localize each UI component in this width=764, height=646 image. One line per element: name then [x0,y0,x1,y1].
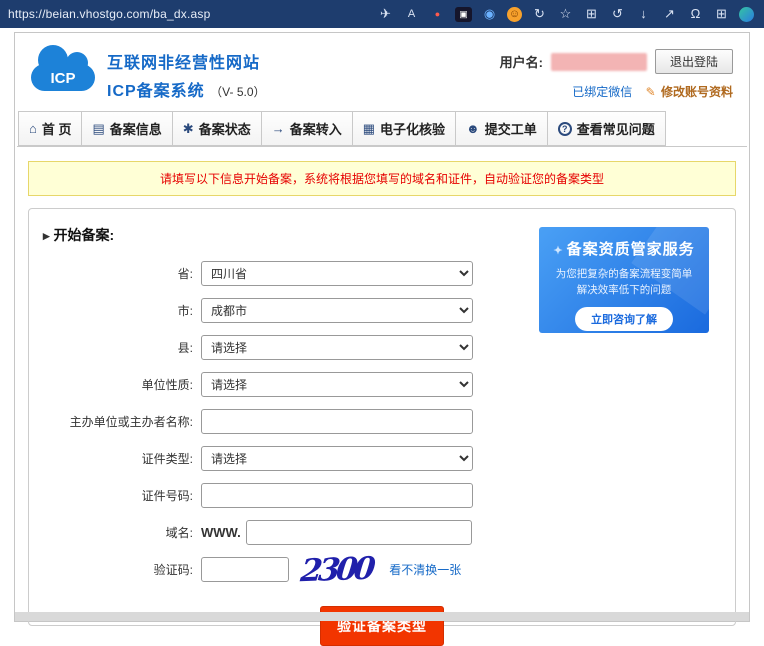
dark-extension-icon[interactable]: ▣ [455,6,472,22]
tab-faq[interactable]: ? 查看常见问题 [546,111,666,146]
promo-banner: ✦ 备案资质管家服务 为您把复杂的备案流程变简单 解决效率低下的问题 立即咨询了解 [539,227,709,333]
province-label: 省: [177,267,193,281]
captcha-input[interactable] [201,557,289,582]
pencil-icon: ✎ [645,85,656,99]
section-marker-icon: ▸ [43,228,50,243]
browser-icons: ✈ A ● ▣ ◉ ☺ ↻ ☆ ⊞ ↺ ↓ ↗ Ω ⊞ [377,6,754,22]
question-icon: ? [557,121,572,136]
form-row-captcha: 验证码: 2300 看不清换一张 [29,550,735,588]
tab-submit-ticket[interactable]: ☻ 提交工单 [455,111,548,146]
form-row-cert-number: 证件号码: [29,483,735,508]
promo-consult-button[interactable]: 立即咨询了解 [575,306,673,331]
tab-home[interactable]: ⌂ 首 页 [18,111,83,146]
collections-icon[interactable]: ⊞ [583,6,600,22]
monitor-icon: ▦ [362,120,376,136]
username-value-redacted [550,52,647,71]
city-label: 市: [177,304,193,318]
tab-filing-status-label: 备案状态 [198,122,251,137]
address-bar[interactable]: https://beian.vhostgo.com/ba_dx.asp [8,7,210,21]
browser-toolbar: https://beian.vhostgo.com/ba_dx.asp ✈ A … [0,0,764,28]
org-type-select[interactable]: 请选择 [201,372,473,397]
gear-icon: ✱ [182,120,194,136]
drop-extension-icon[interactable]: ◉ [481,6,498,22]
filing-form-panel: ▸ 开始备案: 省: 四川省 市: 成都市 县: 请选择 单位性质: 请选择 主… [28,208,736,646]
cert-type-select[interactable]: 请选择 [201,446,473,471]
county-label: 县: [177,341,193,355]
org-name-label: 主办单位或主办者名称: [69,415,193,429]
notifications-icon[interactable]: Ω [687,6,704,22]
apps-icon[interactable]: ⊞ [713,6,730,22]
logo-text: ICP [50,70,76,87]
www-prefix: WWW. [201,525,241,540]
tab-submit-ticket-label: 提交工单 [484,122,537,137]
site-header: ICP 互联网非经营性网站 ICP备案系统 （V- 5.0） 用户名: 退出登陆… [15,33,749,107]
form-row-cert-type: 证件类型: 请选择 [29,446,735,471]
domain-label: 域名: [165,526,193,540]
tab-filing-info-label: 备案信息 [109,122,162,137]
captcha-image: 2300 [298,550,374,589]
county-select[interactable]: 请选择 [201,335,473,360]
city-select[interactable]: 成都市 [201,298,473,323]
downloads-icon[interactable]: ↓ [635,6,652,22]
domain-input[interactable] [245,520,472,545]
browser-logo-icon[interactable] [739,6,754,22]
cert-type-label: 证件类型: [141,452,193,466]
send-icon[interactable]: ✈ [377,6,394,22]
notice-banner: 请填写以下信息开始备案，系统将根据您填写的域名和证件，自动验证您的备案类型 [28,161,736,196]
promo-line2: 解决效率低下的问题 [576,284,672,297]
tab-filing-transfer-label: 备案转入 [289,122,342,137]
cert-number-label: 证件号码: [141,489,193,503]
promo-title: 备案资质管家服务 [566,241,695,258]
captcha-label: 验证码: [153,563,193,577]
site-title-line1: 互联网非经营性网站 [107,55,261,72]
org-type-label: 单位性质: [141,378,193,392]
promo-line1: 为您把复杂的备案流程变简单 [555,268,693,280]
user-icon: ☻ [466,121,480,136]
form-row-org-name: 主办单位或主办者名称: [29,409,735,434]
tab-home-label: 首 页 [41,122,72,137]
cert-number-input[interactable] [201,483,473,508]
arrow-right-icon: → [271,121,285,136]
wechat-bound-link[interactable]: 已绑定微信 [572,85,632,99]
icp-cloud-logo: ICP [31,45,95,91]
favorites-icon[interactable]: ☆ [557,6,574,22]
tab-filing-status[interactable]: ✱ 备案状态 [171,111,262,146]
edit-account-link[interactable]: 修改账号资料 [661,85,733,99]
nav-tabs: ⌂ 首 页 ▤ 备案信息 ✱ 备案状态 → 备案转入 ▦ 电子化核验 ☻ 提交工… [17,111,747,147]
tab-filing-info[interactable]: ▤ 备案信息 [81,111,173,146]
form-row-county: 县: 请选择 [29,335,735,360]
tab-e-verification[interactable]: ▦ 电子化核验 [351,111,457,146]
emoji-extension-icon[interactable]: ☺ [507,6,522,22]
sparkle-icon: ✦ [553,245,564,257]
home-icon: ⌂ [29,121,37,136]
recording-dot-icon[interactable]: ● [429,6,446,22]
province-select[interactable]: 四川省 [201,261,473,286]
form-row-org-type: 单位性质: 请选择 [29,372,735,397]
tab-filing-transfer[interactable]: → 备案转入 [260,111,353,146]
translate-icon[interactable]: ↻ [531,6,548,22]
username-label: 用户名: [499,55,543,70]
bottom-strip [15,612,749,621]
site-title-line2: ICP备案系统 [107,83,205,100]
tab-e-verification-label: 电子化核验 [380,122,446,137]
font-size-icon[interactable]: A [403,6,420,22]
site-version: （V- 5.0） [210,85,266,99]
site-frame: ICP 互联网非经营性网站 ICP备案系统 （V- 5.0） 用户名: 退出登陆… [14,32,750,646]
logout-button[interactable]: 退出登陆 [654,49,733,74]
share-icon[interactable]: ↗ [661,6,678,22]
history-icon[interactable]: ↺ [609,6,626,22]
form-row-domain: 域名: WWW. [29,520,735,545]
captcha-refresh-link[interactable]: 看不清换一张 [389,561,461,578]
document-icon: ▤ [92,120,105,136]
tab-faq-label: 查看常见问题 [576,122,655,137]
org-name-input[interactable] [201,409,473,434]
